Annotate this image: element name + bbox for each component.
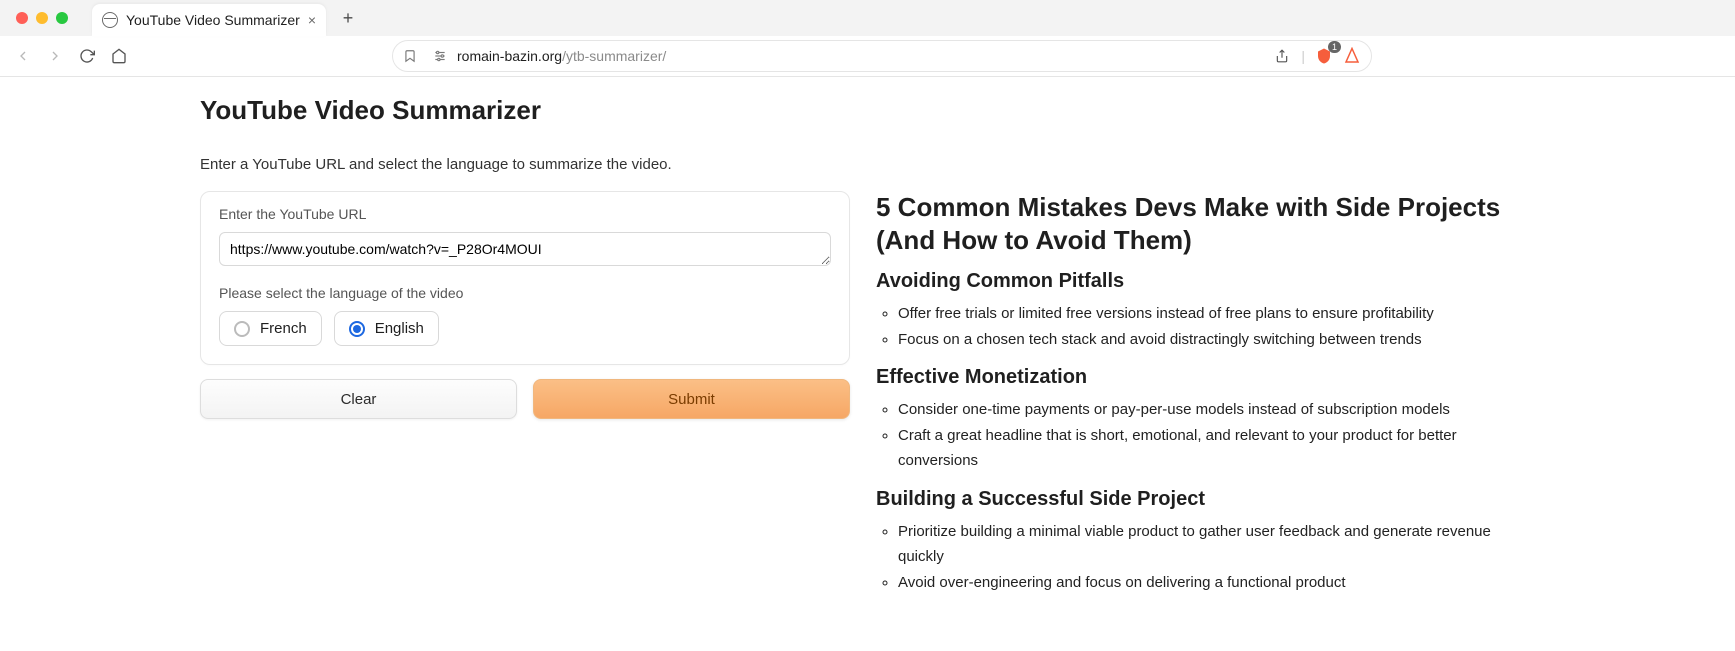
language-field-label: Please select the language of the video: [219, 285, 831, 301]
url-host: romain-bazin.org: [457, 48, 562, 64]
radio-label: French: [260, 320, 307, 337]
section-list: Consider one-time payments or pay-per-us…: [876, 397, 1535, 474]
url-field-label: Enter the YouTube URL: [219, 206, 831, 222]
bookmark-icon[interactable]: [403, 49, 417, 63]
maximize-window-button[interactable]: [56, 12, 68, 24]
home-button[interactable]: [110, 47, 128, 65]
radio-icon: [234, 321, 250, 337]
radio-icon: [349, 321, 365, 337]
close-window-button[interactable]: [16, 12, 28, 24]
browser-chrome: YouTube Video Summarizer × + romain-bazi…: [0, 0, 1735, 77]
browser-toolbar: romain-bazin.org/ytb-summarizer/ | 1: [0, 36, 1735, 76]
brave-rewards-icon[interactable]: [1343, 47, 1361, 65]
section-list: Prioritize building a minimal viable pro…: [876, 519, 1535, 596]
close-tab-button[interactable]: ×: [308, 12, 316, 28]
input-panel: Enter the YouTube URL Please select the …: [200, 191, 850, 365]
address-bar[interactable]: romain-bazin.org/ytb-summarizer/ | 1: [392, 40, 1372, 72]
list-item: Avoid over-engineering and focus on deli…: [898, 570, 1535, 596]
list-item: Offer free trials or limited free versio…: [898, 301, 1535, 327]
minimize-window-button[interactable]: [36, 12, 48, 24]
new-tab-button[interactable]: +: [334, 4, 362, 32]
section-heading: Building a Successful Side Project: [876, 488, 1535, 511]
back-button[interactable]: [14, 47, 32, 65]
language-option-french[interactable]: French: [219, 311, 322, 346]
site-settings-icon[interactable]: [433, 49, 447, 63]
forward-button[interactable]: [46, 47, 64, 65]
section-list: Offer free trials or limited free versio…: [876, 301, 1535, 352]
page-content: YouTube Video Summarizer Enter a YouTube…: [0, 77, 1735, 635]
radio-label: English: [375, 320, 424, 337]
url-path: /ytb-summarizer/: [562, 48, 666, 64]
window-controls: [16, 12, 68, 24]
section-heading: Avoiding Common Pitfalls: [876, 270, 1535, 293]
language-radio-group: French English: [219, 311, 831, 346]
section-heading: Effective Monetization: [876, 366, 1535, 389]
clear-button[interactable]: Clear: [200, 379, 517, 419]
input-column: Enter the YouTube URL Please select the …: [200, 191, 850, 595]
list-item: Focus on a chosen tech stack and avoid d…: [898, 327, 1535, 353]
output-column: 5 Common Mistakes Devs Make with Side Pr…: [876, 191, 1535, 595]
list-item: Consider one-time payments or pay-per-us…: [898, 397, 1535, 423]
action-buttons: Clear Submit: [200, 379, 850, 419]
globe-icon: [102, 12, 118, 28]
page-title: YouTube Video Summarizer: [200, 95, 1535, 126]
page-subtitle: Enter a YouTube URL and select the langu…: [200, 156, 1535, 173]
shield-badge: 1: [1328, 41, 1341, 53]
browser-tab[interactable]: YouTube Video Summarizer ×: [92, 4, 326, 36]
submit-button[interactable]: Submit: [533, 379, 850, 419]
list-item: Prioritize building a minimal viable pro…: [898, 519, 1535, 570]
shield-icon[interactable]: 1: [1315, 47, 1333, 65]
tab-title: YouTube Video Summarizer: [126, 12, 300, 28]
tab-strip: YouTube Video Summarizer × +: [0, 0, 1735, 36]
reload-button[interactable]: [78, 47, 96, 65]
language-option-english[interactable]: English: [334, 311, 439, 346]
list-item: Craft a great headline that is short, em…: [898, 423, 1535, 474]
youtube-url-input[interactable]: [219, 232, 831, 266]
summary-title: 5 Common Mistakes Devs Make with Side Pr…: [876, 191, 1535, 256]
share-icon[interactable]: [1273, 47, 1291, 65]
